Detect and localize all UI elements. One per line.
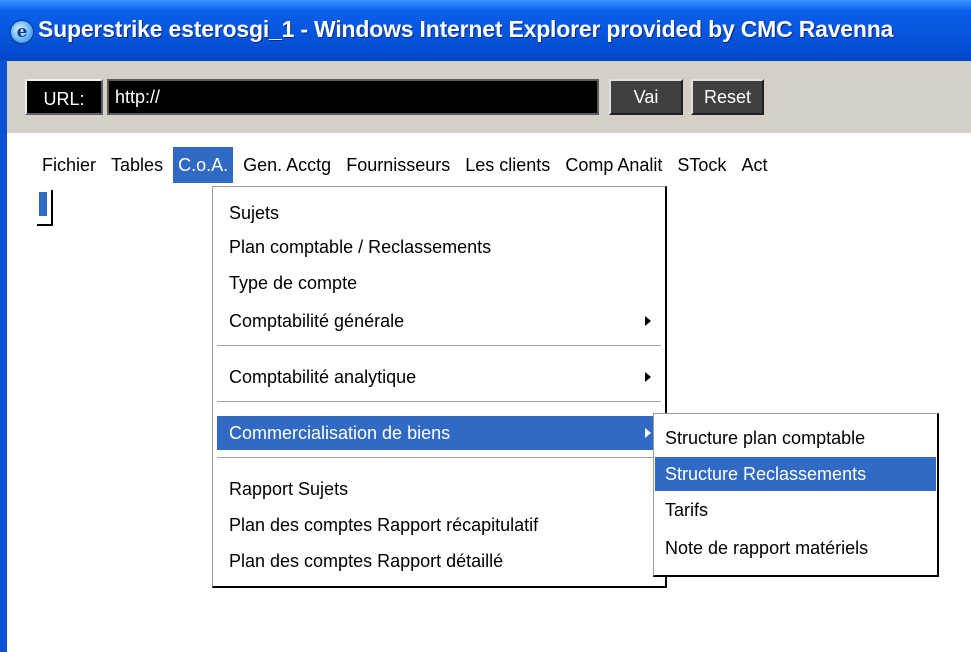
field-cursor[interactable] [37,190,53,226]
submenu-arrow-icon [645,316,651,326]
menu-stock[interactable]: STock [672,147,731,183]
menu-item-sujets[interactable]: Sujets [217,196,661,230]
menu-tables[interactable]: Tables [106,147,168,183]
commercialisation-submenu: Structure plan comptable Structure Recla… [653,413,939,577]
menu-act[interactable]: Act [736,147,772,183]
title-bar: e Superstrike esterosgi_1 - Windows Inte… [0,0,971,61]
window-frame-left [0,61,7,652]
submenu-item-note-de-rapport-materiels[interactable]: Note de rapport matériels [655,531,936,565]
url-label: URL: [25,79,103,115]
menu-item-commercialisation-de-biens[interactable]: Commercialisation de biens [217,416,661,450]
menu-separator [217,345,661,347]
menu-item-rapport-recapitulatif[interactable]: Plan des comptes Rapport récapitulatif [217,508,661,542]
menu-item-comptabilite-analytique[interactable]: Comptabilité analytique [217,360,661,394]
menu-item-rapport-sujets[interactable]: Rapport Sujets [217,472,661,506]
menu-fichier[interactable]: Fichier [37,147,101,183]
submenu-arrow-icon [645,372,651,382]
menu-comp-analit[interactable]: Comp Analit [560,147,667,183]
go-button[interactable]: Vai [609,79,683,115]
window-title: Superstrike esterosgi_1 - Windows Intern… [38,16,894,42]
submenu-item-structure-plan-comptable[interactable]: Structure plan comptable [655,421,936,455]
internet-explorer-icon[interactable]: e [10,20,34,44]
menu-coa[interactable]: C.o.A. [173,147,234,183]
menu-item-plan-comptable[interactable]: Plan comptable / Reclassements [217,230,661,264]
menu-item-comptabilite-generale[interactable]: Comptabilité générale [217,304,661,338]
submenu-item-structure-reclassements[interactable]: Structure Reclassements [655,457,936,491]
menu-separator [217,401,661,403]
submenu-item-tarifs[interactable]: Tarifs [655,493,936,527]
menu-fournisseurs[interactable]: Fournisseurs [341,147,455,183]
submenu-arrow-icon [645,428,651,438]
menu-item-type-de-compte[interactable]: Type de compte [217,266,661,300]
menu-les-clients[interactable]: Les clients [460,147,555,183]
coa-dropdown-menu: Sujets Plan comptable / Reclassements Ty… [212,186,667,588]
menu-item-rapport-detaille[interactable]: Plan des comptes Rapport détaillé [217,544,661,578]
url-input[interactable] [107,79,599,115]
menu-separator [217,457,661,459]
menu-bar: Fichier Tables C.o.A. Gen. Acctg Fournis… [37,147,772,185]
reset-button[interactable]: Reset [691,79,764,115]
menu-gen-acctg[interactable]: Gen. Acctg [238,147,336,183]
